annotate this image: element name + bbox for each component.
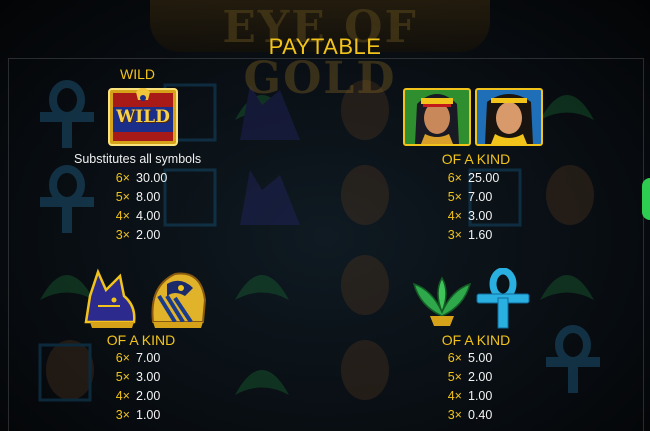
side-menu-tab[interactable] bbox=[642, 178, 650, 220]
wild-symbol-icon: WILD bbox=[108, 86, 178, 146]
payout-row: 4× 3.00 bbox=[447, 209, 493, 223]
wild-label: WILD bbox=[120, 66, 155, 82]
payout-row: 4× 2.00 bbox=[115, 389, 161, 403]
payout-row: 6× 30.00 bbox=[115, 171, 168, 185]
payout-row: 6× 5.00 bbox=[447, 351, 493, 365]
wild-section: WILD bbox=[60, 66, 230, 82]
animals-payouts: 6× 7.00 5× 3.00 4× 2.00 3× 1.00 bbox=[108, 349, 161, 425]
relics-payouts: 6× 5.00 5× 2.00 4× 1.00 3× 0.40 bbox=[440, 349, 493, 425]
payout-row: 5× 2.00 bbox=[447, 370, 493, 384]
payout-row: 3× 0.40 bbox=[447, 408, 493, 422]
payout-row: 3× 1.00 bbox=[115, 408, 161, 422]
wild-payouts: 6× 30.00 5× 8.00 4× 4.00 3× 2.00 bbox=[108, 169, 168, 245]
page-title: PAYTABLE bbox=[268, 34, 382, 59]
queens-payouts: 6× 25.00 5× 7.00 4× 3.00 3× 1.60 bbox=[440, 169, 500, 245]
wild-description: Substitutes all symbols bbox=[74, 152, 202, 166]
queens-label: OF A KIND bbox=[441, 151, 511, 167]
relics-label: OF A KIND bbox=[441, 332, 511, 348]
queen-icon bbox=[475, 88, 543, 146]
cleopatra-icon bbox=[403, 88, 471, 146]
payout-row: 5× 3.00 bbox=[115, 370, 161, 384]
paytable-frame bbox=[8, 58, 644, 431]
payout-row: 6× 7.00 bbox=[115, 351, 161, 365]
anubis-icon bbox=[76, 266, 142, 328]
horus-icon bbox=[145, 266, 211, 328]
payout-row: 5× 7.00 bbox=[447, 190, 493, 204]
animals-label: OF A KIND bbox=[106, 332, 176, 348]
payout-row: 4× 1.00 bbox=[447, 389, 493, 403]
wild-symbol-text: WILD bbox=[116, 107, 170, 127]
payout-row: 4× 4.00 bbox=[115, 209, 161, 223]
paytable-screen: EYE OF GOLD PAYTABLE WILD WILD Substitut… bbox=[0, 0, 650, 431]
payout-row: 3× 1.60 bbox=[447, 228, 493, 242]
payout-row: 5× 8.00 bbox=[115, 190, 161, 204]
ankh-icon bbox=[473, 267, 533, 330]
payout-row: 3× 2.00 bbox=[115, 228, 161, 242]
lotus-icon bbox=[410, 276, 474, 328]
payout-row: 6× 25.00 bbox=[447, 171, 500, 185]
